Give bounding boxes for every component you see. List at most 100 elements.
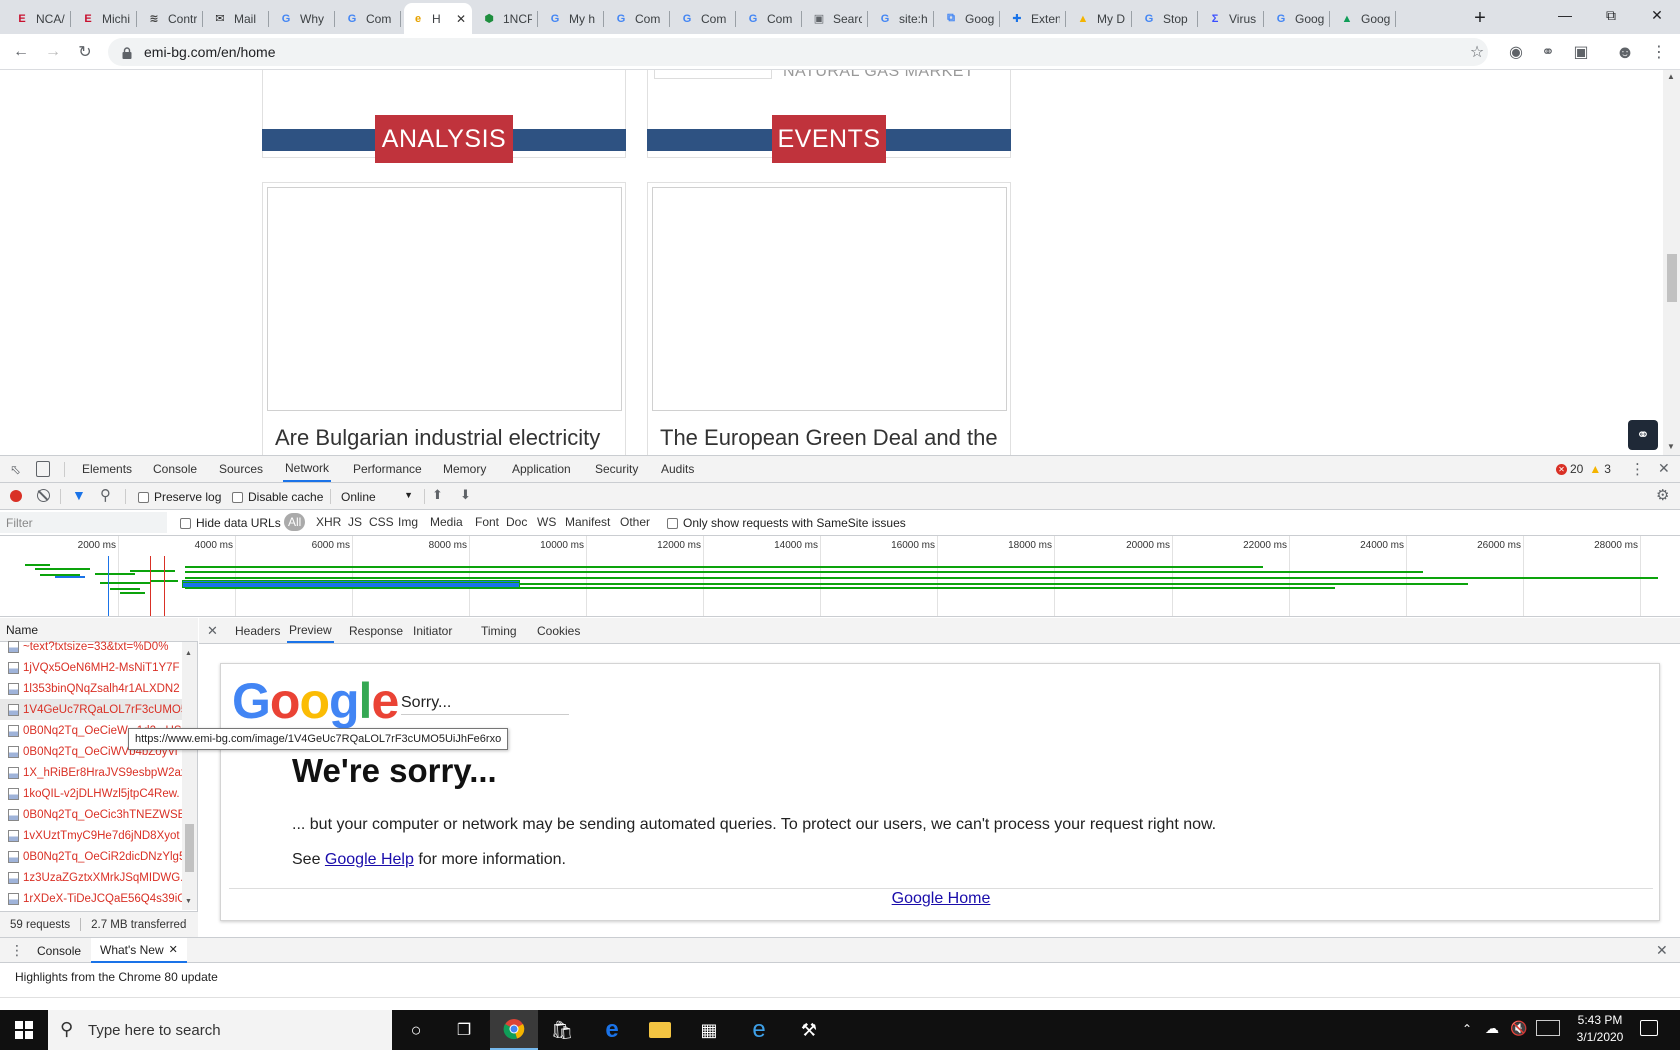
new-tab-icon[interactable]: + xyxy=(1468,6,1492,30)
app-tool-icon[interactable]: ⚒ xyxy=(785,1010,833,1050)
browser-tab[interactable]: G My h xyxy=(541,3,604,34)
analysis-article-title[interactable]: Are Bulgarian industrial electricity xyxy=(275,425,600,451)
minimize-button[interactable]: — xyxy=(1542,0,1588,30)
filter-funnel-icon[interactable]: ▼ xyxy=(72,487,86,503)
browser-tab[interactable]: G Com xyxy=(673,3,736,34)
device-toolbar-icon[interactable] xyxy=(36,461,50,477)
request-row[interactable]: ~text?txtsize=33&txt=%D0% xyxy=(0,636,182,657)
google-help-link[interactable]: Google Help xyxy=(325,851,414,868)
events-article-title[interactable]: The European Green Deal and the xyxy=(660,425,998,451)
windows-start-icon[interactable] xyxy=(0,1010,48,1050)
filter-type-font[interactable]: Font xyxy=(475,513,499,531)
request-row[interactable]: 1vXUztTmyC9He7d6jND8Xyot xyxy=(0,825,182,846)
file-explorer-icon[interactable] xyxy=(636,1010,684,1050)
extension-eye-icon[interactable]: ◉ xyxy=(1505,41,1527,63)
browser-tab[interactable]: ✉ Mail xyxy=(206,3,269,34)
close-devtools-icon[interactable]: ✕ xyxy=(1658,460,1670,477)
browser-tab[interactable]: ▲ My D xyxy=(1069,3,1132,34)
page-scrollbar[interactable]: ▲ ▼ xyxy=(1663,70,1680,455)
events-card[interactable]: The European Green Deal and the xyxy=(647,182,1011,455)
bookmark-star-icon[interactable]: ☆ xyxy=(1466,41,1488,63)
filter-type-xhr[interactable]: XHR xyxy=(316,513,341,531)
scroll-up-icon[interactable]: ▲ xyxy=(1667,72,1675,81)
request-row[interactable]: 1rXDeX-TiDeJCQaE56Q4s39iG xyxy=(0,888,182,909)
filter-type-all[interactable]: All xyxy=(284,513,306,531)
drawer-menu-icon[interactable]: ⋮ xyxy=(10,942,24,959)
detail-tab-cookies[interactable]: Cookies xyxy=(535,618,582,643)
floating-link-icon[interactable]: ⚭ xyxy=(1628,420,1658,450)
filter-type-other[interactable]: Other xyxy=(620,513,650,531)
browser-tab[interactable]: ▲ Goog xyxy=(1333,3,1396,34)
top-card-text[interactable]: NATURAL GAS MARKET xyxy=(783,70,974,81)
reload-icon[interactable]: ↻ xyxy=(74,41,96,63)
browser-tab[interactable]: E NCA/ xyxy=(8,3,71,34)
devtools-tab-security[interactable]: Security xyxy=(593,456,640,482)
browser-tab[interactable]: ✚ Exten xyxy=(1003,3,1066,34)
edge-icon[interactable]: e xyxy=(588,1010,636,1050)
chevron-up-icon[interactable]: ⌃ xyxy=(1462,1022,1472,1036)
task-view-icon[interactable]: ❐ xyxy=(440,1010,488,1050)
request-row[interactable]: 1X_hRiBEr8HraJVS9esbpW2ax xyxy=(0,762,182,783)
google-home-link[interactable]: Google Home xyxy=(892,890,991,907)
request-row[interactable]: 0B0Nq2Tq_OeCic3hTNEZWSE xyxy=(0,804,182,825)
scroll-down-icon[interactable]: ▼ xyxy=(1667,442,1675,451)
devtools-tab-console[interactable]: Console xyxy=(151,456,199,482)
network-overview-timeline[interactable]: 2000 ms 4000 ms 6000 ms 8000 ms 10000 ms 1200… xyxy=(0,536,1680,617)
events-section-label[interactable]: EVENTS xyxy=(772,115,886,163)
cortana-icon[interactable]: ○ xyxy=(392,1010,440,1050)
filter-type-css[interactable]: CSS xyxy=(369,513,394,531)
close-detail-icon[interactable]: ✕ xyxy=(207,623,218,639)
filter-type-manifest[interactable]: Manifest xyxy=(565,513,610,531)
browser-tab[interactable]: G Com xyxy=(739,3,802,34)
devtools-tab-audits[interactable]: Audits xyxy=(659,456,696,482)
close-icon[interactable]: ✕ xyxy=(169,943,178,956)
devtools-tab-application[interactable]: Application xyxy=(510,456,573,482)
request-row[interactable]: 1jVQx5OeN6MH2-MsNiT1Y7F xyxy=(0,657,182,678)
clock[interactable]: 5:43 PM 3/1/2020 xyxy=(1570,1013,1630,1044)
address-bar[interactable]: emi-bg.com/en/home xyxy=(108,38,1488,66)
close-window-button[interactable]: ✕ xyxy=(1634,0,1680,30)
inspect-element-icon[interactable]: ⬁ xyxy=(10,462,24,477)
browser-tab[interactable]: Gsite:h xyxy=(871,3,934,34)
devtools-tab-performance[interactable]: Performance xyxy=(351,456,424,482)
devtools-menu-icon[interactable]: ⋮ xyxy=(1630,460,1645,478)
devtools-tab-elements[interactable]: Elements xyxy=(80,456,134,482)
back-icon[interactable]: ← xyxy=(10,41,32,63)
filter-type-ws[interactable]: WS xyxy=(537,513,556,531)
profile-avatar-icon[interactable]: ☻ xyxy=(1614,41,1636,63)
extension-link-icon[interactable]: ⚭ xyxy=(1537,41,1559,63)
detail-tab-headers[interactable]: Headers xyxy=(233,618,282,643)
browser-tab[interactable]: ⧉ Goog xyxy=(937,3,1000,34)
drawer-tab-whats-new[interactable]: What's New ✕ xyxy=(91,938,187,963)
analysis-section-label[interactable]: ANALYSIS xyxy=(375,115,513,163)
devtools-tab-sources[interactable]: Sources xyxy=(217,456,265,482)
browser-tab[interactable]: G Why xyxy=(272,3,335,34)
detail-tab-response[interactable]: Response xyxy=(347,618,405,643)
hide-data-urls-checkbox[interactable]: Hide data URLs xyxy=(180,516,281,530)
taskbar-search-box[interactable]: ⚲ Type here to search xyxy=(48,1010,392,1050)
record-icon[interactable] xyxy=(10,490,22,502)
browser-tab[interactable]: G Com xyxy=(338,3,401,34)
menu-kebab-icon[interactable]: ⋮ xyxy=(1648,41,1670,63)
restore-button[interactable]: ⧉ xyxy=(1588,0,1634,30)
request-row[interactable]: 1V4GeUc7RQaLOL7rF3cUMO5 xyxy=(0,699,182,720)
filter-type-img[interactable]: Img xyxy=(398,513,418,531)
request-row[interactable]: 1l353binQNqZsalh4r1ALXDN2 xyxy=(0,678,182,699)
disable-cache-checkbox[interactable]: Disable cache xyxy=(232,490,323,504)
clear-icon[interactable] xyxy=(37,489,50,502)
detail-tab-initiator[interactable]: Initiator xyxy=(411,618,454,643)
browser-tab[interactable]: e H ✕ xyxy=(404,3,472,34)
browser-tab[interactable]: ≋ Contr xyxy=(140,3,203,34)
volume-muted-icon[interactable]: 🔇 xyxy=(1510,1020,1527,1037)
filter-type-media[interactable]: Media xyxy=(430,513,463,531)
page-scrollbar-thumb[interactable] xyxy=(1667,254,1677,302)
calculator-icon[interactable]: ▦ xyxy=(685,1010,733,1050)
events-image[interactable] xyxy=(652,187,1007,411)
extension-lock-icon[interactable]: ▣ xyxy=(1570,41,1592,63)
preserve-log-checkbox[interactable]: Preserve log xyxy=(138,490,221,504)
network-settings-gear-icon[interactable]: ⚙ xyxy=(1656,486,1669,504)
analysis-image[interactable] xyxy=(267,187,622,411)
devtools-tab-network[interactable]: Network xyxy=(283,456,332,482)
devtools-tab-memory[interactable]: Memory xyxy=(441,456,488,482)
scroll-up-icon[interactable]: ▲ xyxy=(185,650,192,657)
